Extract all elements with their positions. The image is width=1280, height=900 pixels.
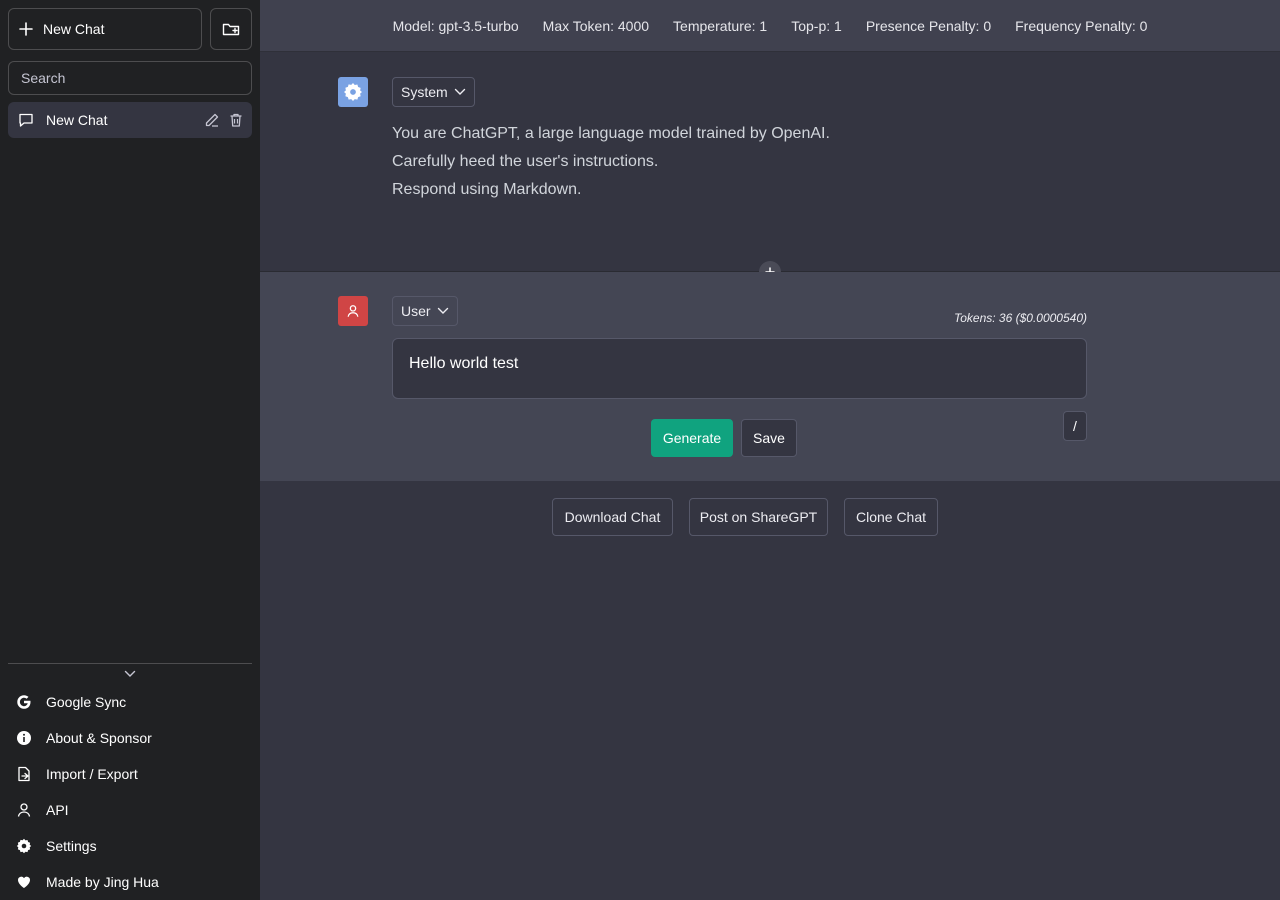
trash-icon[interactable] [228, 112, 244, 128]
new-chat-label: New Chat [43, 21, 105, 37]
collapse-toggle[interactable] [122, 667, 138, 681]
chevron-down-icon [437, 307, 449, 315]
edit-icon[interactable] [204, 112, 220, 128]
system-line: Respond using Markdown. [392, 181, 582, 198]
person-icon [16, 802, 32, 818]
menu-label: Settings [46, 838, 97, 854]
user-avatar [338, 296, 368, 326]
sidebar: New Chat New Chat Google Sync [0, 0, 260, 900]
menu-label: Google Sync [46, 694, 127, 710]
generate-button[interactable]: Generate [651, 419, 733, 457]
user-role-select[interactable]: User [392, 296, 458, 326]
chevron-down-icon [124, 670, 136, 678]
folder-plus-icon [222, 21, 240, 37]
search-input[interactable] [8, 61, 252, 95]
menu-google-sync[interactable]: Google Sync [8, 684, 252, 720]
chat-item-title: New Chat [46, 112, 108, 128]
chat-bubble-icon [18, 112, 34, 128]
system-avatar [338, 77, 368, 107]
system-line: Carefully heed the user's instructions. [392, 153, 659, 170]
sidebar-divider [8, 663, 252, 664]
menu-label: API [46, 802, 69, 818]
system-role-select[interactable]: System [392, 77, 475, 107]
system-message-content[interactable]: You are ChatGPT, a large language model … [392, 120, 830, 204]
config-top-p[interactable]: Top-p: 1 [783, 14, 850, 38]
role-label: User [401, 303, 431, 319]
command-prompt-button[interactable]: / [1063, 411, 1087, 441]
gear-icon [343, 82, 363, 102]
chat-list-item[interactable]: New Chat [8, 102, 252, 138]
role-label: System [401, 84, 448, 100]
message-editor[interactable]: Hello world test [392, 338, 1087, 399]
heart-icon [16, 874, 32, 890]
config-presence-penalty[interactable]: Presence Penalty: 0 [858, 14, 999, 38]
config-frequency-penalty[interactable]: Frequency Penalty: 0 [1007, 14, 1155, 38]
new-chat-button[interactable]: New Chat [8, 8, 202, 50]
menu-label: Import / Export [46, 766, 138, 782]
token-count: Tokens: 36 ($0.0000540) [954, 311, 1087, 325]
config-model[interactable]: Model: gpt-3.5-turbo [385, 14, 527, 38]
clone-chat-button[interactable]: Clone Chat [844, 498, 938, 536]
plus-icon [19, 22, 33, 36]
config-temperature[interactable]: Temperature: 1 [665, 14, 775, 38]
menu-about-sponsor[interactable]: About & Sponsor [8, 720, 252, 756]
save-button[interactable]: Save [741, 419, 797, 457]
info-icon [16, 730, 32, 746]
user-message: User Tokens: 36 ($0.0000540) Hello world… [260, 272, 1280, 481]
chevron-down-icon [454, 88, 466, 96]
google-icon [16, 694, 32, 710]
system-line: You are ChatGPT, a large language model … [392, 125, 830, 142]
download-chat-button[interactable]: Download Chat [552, 498, 673, 536]
import-export-icon [16, 766, 32, 782]
share-gpt-button[interactable]: Post on ShareGPT [689, 498, 828, 536]
menu-made-by[interactable]: Made by Jing Hua [8, 864, 252, 900]
new-folder-button[interactable] [210, 8, 252, 50]
model-config-bar: Model: gpt-3.5-turbo Max Token: 4000 Tem… [260, 0, 1280, 52]
menu-label: About & Sponsor [46, 730, 152, 746]
config-max-token[interactable]: Max Token: 4000 [535, 14, 657, 38]
menu-label: Made by Jing Hua [46, 874, 159, 890]
person-icon [346, 304, 360, 318]
system-message: System You are ChatGPT, a large language… [260, 52, 1280, 283]
menu-settings[interactable]: Settings [8, 828, 252, 864]
menu-api[interactable]: API [8, 792, 252, 828]
menu-import-export[interactable]: Import / Export [8, 756, 252, 792]
gear-icon [16, 838, 32, 854]
